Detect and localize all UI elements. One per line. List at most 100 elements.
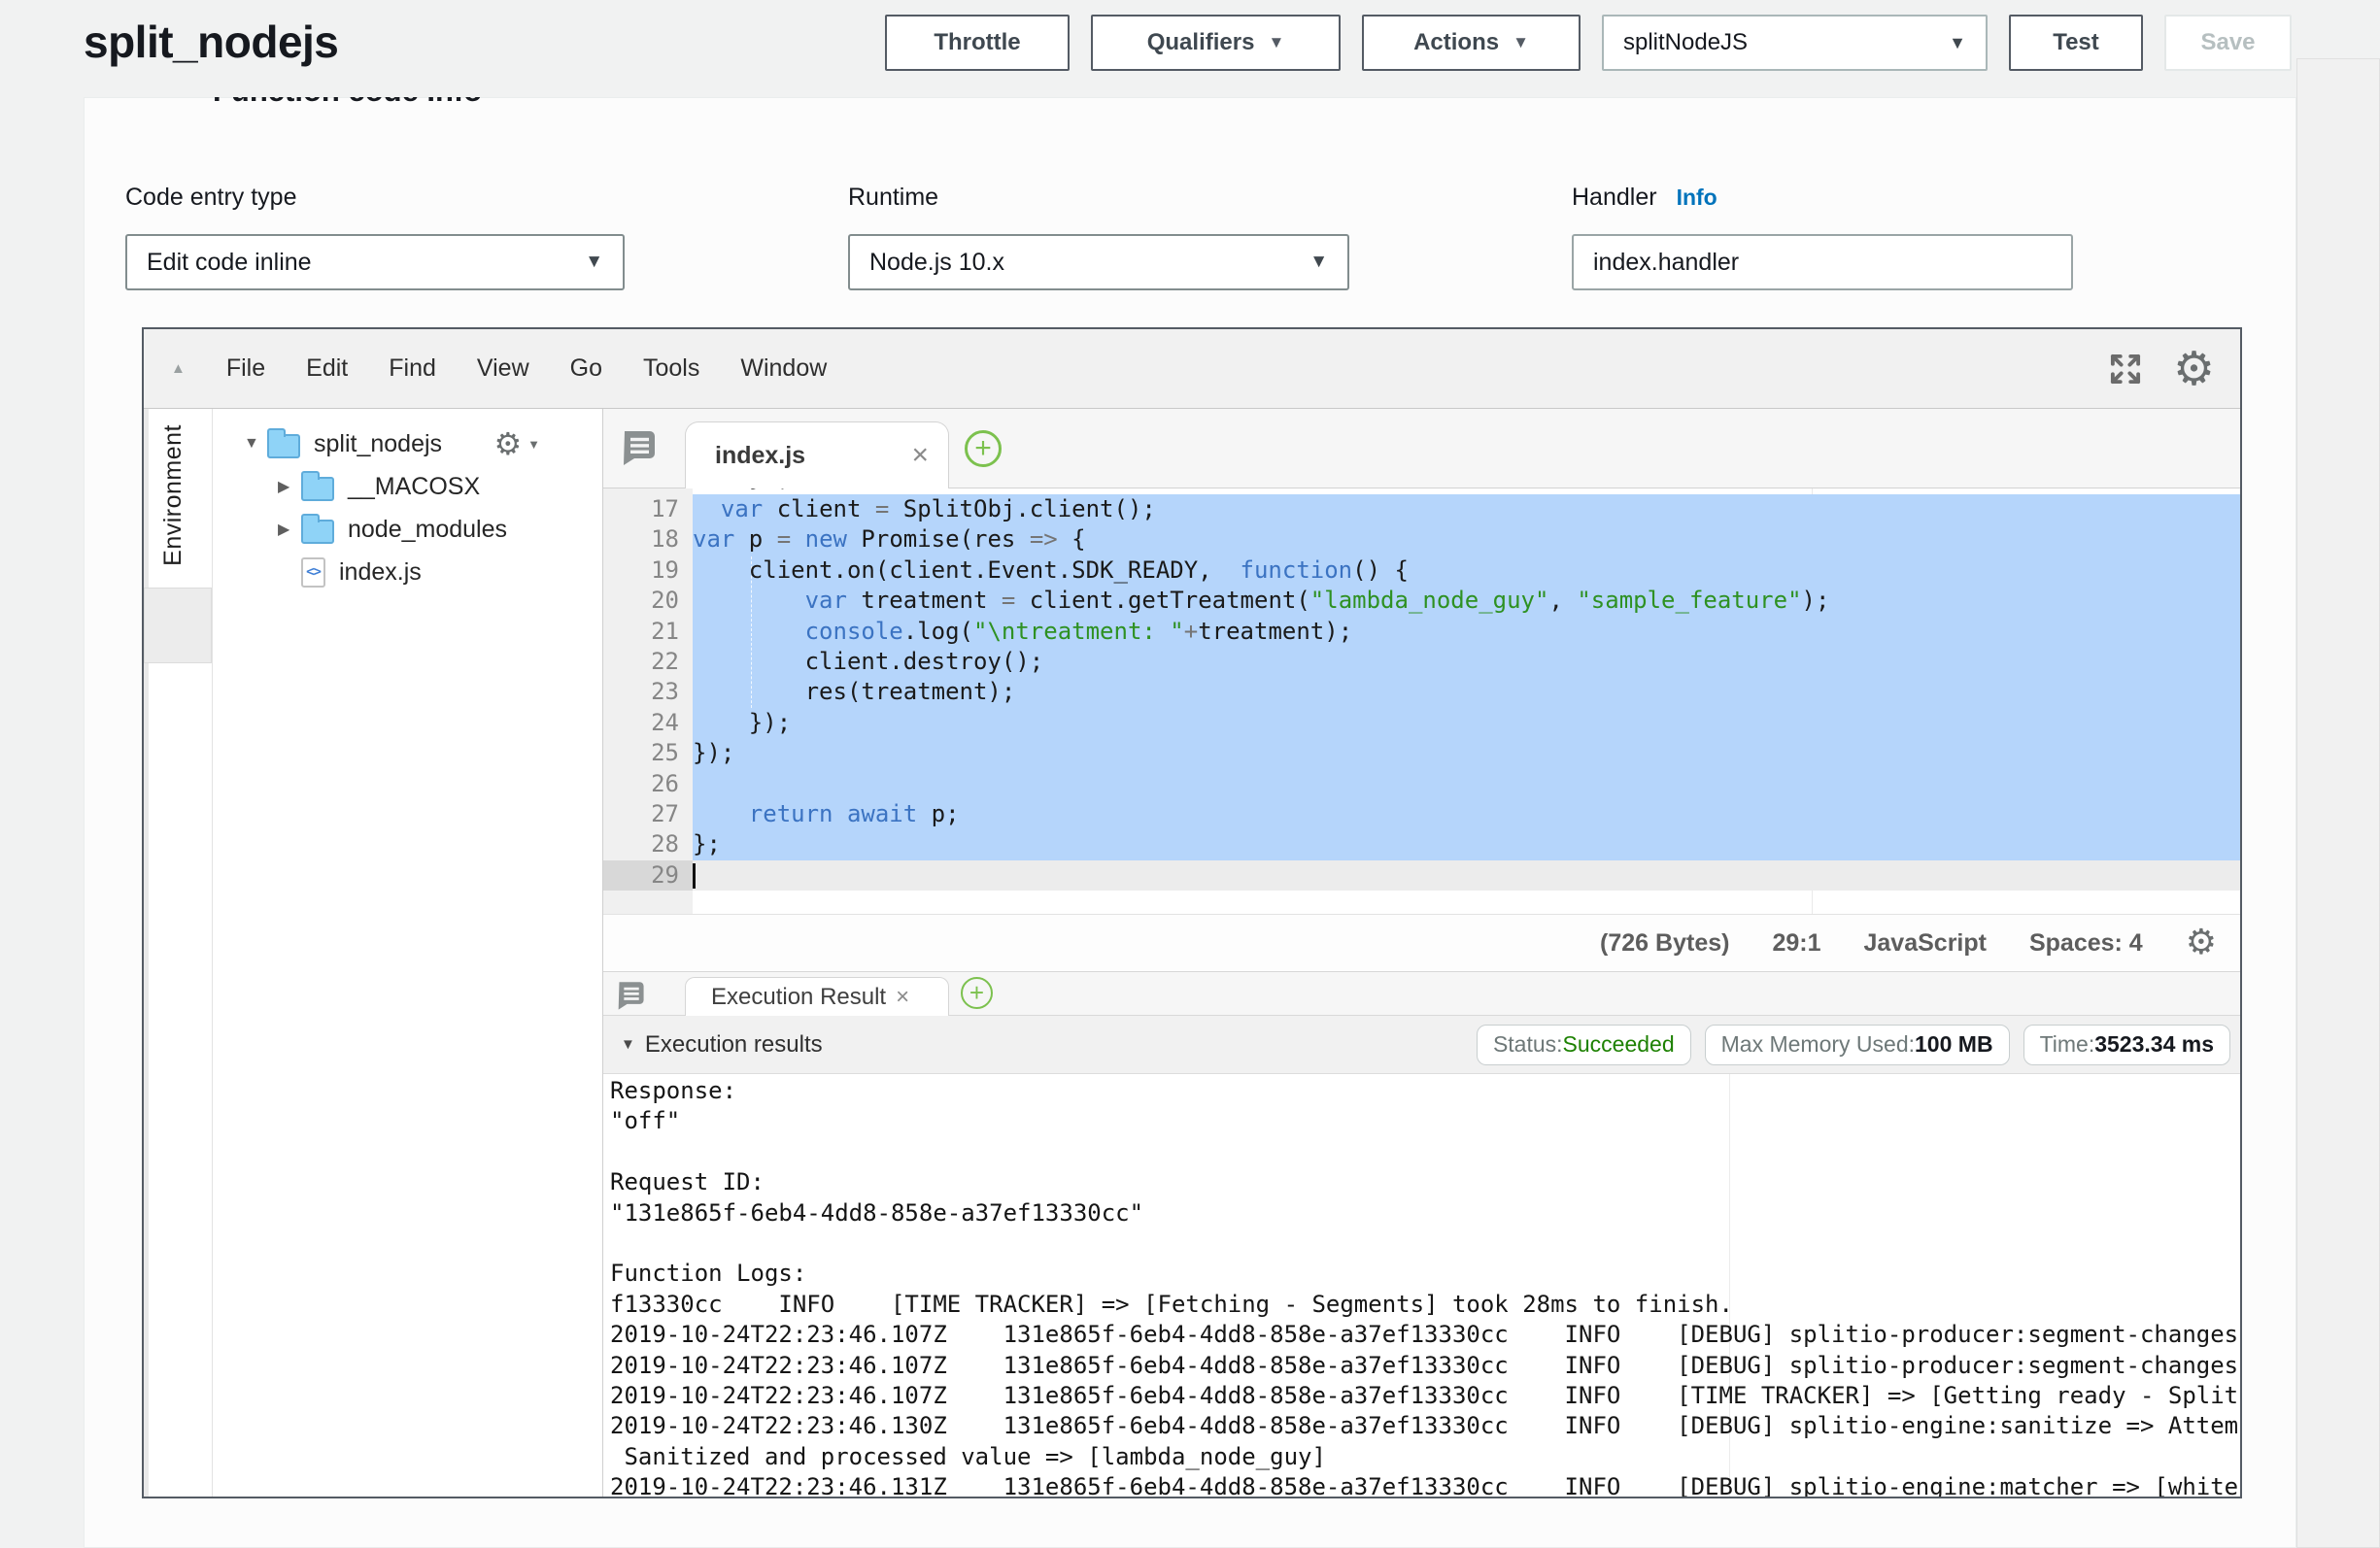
line-number: 19 xyxy=(603,555,679,586)
tree-item-label: index.js xyxy=(339,558,422,587)
throttle-button[interactable]: Throttle xyxy=(885,15,1070,71)
menu-item-window[interactable]: Window xyxy=(740,354,827,383)
tree-item-node-modules[interactable]: ▶node_modules xyxy=(214,508,602,551)
badge-max-memory-used: Max Memory Used: 100 MB xyxy=(1705,1025,2010,1065)
badge-label: Max Memory Used: xyxy=(1721,1031,1915,1058)
test-button[interactable]: Test xyxy=(2009,15,2143,71)
menu-item-file[interactable]: File xyxy=(226,354,265,383)
statusbar-gear-icon[interactable]: ⚙ xyxy=(2186,925,2217,960)
runtime-select[interactable]: Node.js 10.x ▼ xyxy=(848,234,1349,290)
menu-items: File Edit Find View Go Tools Window xyxy=(226,354,827,383)
close-tab-icon[interactable]: × xyxy=(911,441,929,470)
line-number: 25 xyxy=(603,738,679,768)
code-scroller[interactable]: 17181920212223242526272829 }); var clien… xyxy=(603,488,2240,914)
tab-list-icon[interactable] xyxy=(613,980,646,1011)
handler-info-link[interactable]: Info xyxy=(1677,185,1717,210)
line-number: 24 xyxy=(603,708,679,738)
log-line: "off" xyxy=(610,1106,2240,1136)
code-entry-type-label: Code entry type xyxy=(125,184,297,212)
line-number: 21 xyxy=(603,617,679,647)
editor-settings-gear-icon[interactable]: ⚙ xyxy=(2173,346,2215,392)
chevron-down-icon: ▼ xyxy=(585,252,603,273)
new-tab-icon[interactable]: + xyxy=(965,430,1002,467)
tree-item-index-js[interactable]: <>index.js xyxy=(214,551,602,593)
save-button[interactable]: Save xyxy=(2164,15,2292,71)
menu-item-go[interactable]: Go xyxy=(570,354,602,383)
runtime-label: Runtime xyxy=(848,184,938,212)
test-label: Test xyxy=(2053,29,2099,56)
new-tab-icon[interactable]: + xyxy=(961,977,993,1009)
code-line-20: var treatment = client.getTreatment("lam… xyxy=(693,586,1829,616)
file-size: (726 Bytes) xyxy=(1600,929,1729,958)
tree-caret-icon[interactable]: ▶ xyxy=(278,520,301,539)
tree-item-split-nodejs[interactable]: ▼split_nodejs⚙▼ xyxy=(214,422,602,465)
editor-menubar: ▲ File Edit Find View Go Tools Window xyxy=(144,329,2240,409)
handler-input[interactable] xyxy=(1572,234,2073,290)
execution-results-header: ▼ Execution results Status: SucceededMax… xyxy=(603,1016,2240,1074)
tree-item-label: __MACOSX xyxy=(348,473,480,501)
clipped-section-header: Function code Info xyxy=(213,97,893,106)
environment-tab[interactable]: Environment xyxy=(159,424,187,566)
collapse-menubar-icon[interactable]: ▲ xyxy=(171,360,186,377)
indentation-setting[interactable]: Spaces: 4 xyxy=(2029,929,2143,958)
menu-item-view[interactable]: View xyxy=(477,354,529,383)
chevron-down-icon: ▼ xyxy=(1268,33,1284,52)
execution-logs[interactable]: Response:"off" Request ID:"131e865f-6eb4… xyxy=(603,1074,2240,1497)
handler-label-text: Handler xyxy=(1572,184,1657,211)
line-number: 23 xyxy=(603,677,679,707)
log-line: Function Logs: xyxy=(610,1259,2240,1289)
tab-list-icon[interactable] xyxy=(617,428,658,467)
cursor-position: 29:1 xyxy=(1772,929,1820,958)
tree-caret-icon[interactable]: ▶ xyxy=(278,477,301,496)
code-line-21: console.log("\ntreatment: "+treatment); xyxy=(693,617,1829,647)
menu-item-tools[interactable]: Tools xyxy=(643,354,699,383)
menu-item-find[interactable]: Find xyxy=(389,354,436,383)
alias-select[interactable]: splitNodeJS ▼ xyxy=(1602,15,1988,71)
log-line xyxy=(610,1137,2240,1167)
page-title: split_nodejs xyxy=(84,16,338,68)
collapse-results-caret-icon[interactable]: ▼ xyxy=(621,1036,635,1053)
chevron-down-icon: ▼ xyxy=(1513,33,1529,52)
log-line: 2019-10-24T22:23:46.131Z 131e865f-6eb4-4… xyxy=(610,1472,2240,1497)
log-line: 2019-10-24T22:23:46.130Z 131e865f-6eb4-4… xyxy=(610,1411,2240,1441)
actions-button[interactable]: Actions ▼ xyxy=(1362,15,1581,71)
tab-execution-result[interactable]: Execution Result × xyxy=(685,977,949,1017)
close-tab-icon[interactable]: × xyxy=(896,984,909,1011)
code-line-27: return await p; xyxy=(693,799,1829,829)
page-scrollbar[interactable] xyxy=(2296,58,2380,1548)
log-line: Request ID: xyxy=(610,1167,2240,1197)
line-number: 20 xyxy=(603,586,679,616)
line-number: 27 xyxy=(603,799,679,829)
menu-item-edit[interactable]: Edit xyxy=(306,354,348,383)
log-body: Response:"off" Request ID:"131e865f-6eb4… xyxy=(610,1076,2240,1497)
tree-item--macosx[interactable]: ▶ __MACOSX xyxy=(214,465,602,508)
tree-settings-gear-icon[interactable]: ⚙▼ xyxy=(493,428,540,459)
text-cursor xyxy=(693,863,696,889)
code-line-19: client.on(client.Event.SDK_READY, functi… xyxy=(693,555,1829,586)
code-line-18: var p = new Promise(res => { xyxy=(693,524,1829,555)
tree-caret-icon[interactable]: ▼ xyxy=(244,435,267,453)
code-line-26 xyxy=(693,769,1829,799)
badge-value: 100 MB xyxy=(1915,1031,1993,1058)
folder-icon xyxy=(267,434,300,458)
runtime-value: Node.js 10.x xyxy=(869,249,1004,277)
code-line-28: }; xyxy=(693,829,1829,859)
code-line-24: }); xyxy=(693,708,1829,738)
code-entry-type-value: Edit code inline xyxy=(147,249,312,277)
menubar-icons: ⚙ xyxy=(2105,329,2240,409)
line-number: 17 xyxy=(603,494,679,524)
language-mode[interactable]: JavaScript xyxy=(1864,929,1987,958)
tab-index-js[interactable]: index.js × xyxy=(685,421,949,488)
file-tree: ▼split_nodejs⚙▼ ▶ __MACOSX ▶node_modules<>i… xyxy=(214,409,603,1497)
log-line: Sanitized and processed value => [lambda… xyxy=(610,1442,2240,1472)
log-line: f13330cc INFO [TIME TRACKER] => [Fetchin… xyxy=(610,1290,2240,1320)
fullscreen-icon[interactable] xyxy=(2105,349,2146,389)
folder-icon xyxy=(301,520,334,544)
qualifiers-button[interactable]: Qualifiers ▼ xyxy=(1091,15,1341,71)
badge-label: Time: xyxy=(2040,1031,2095,1058)
execution-results-title: Execution results xyxy=(645,1031,823,1059)
function-code-card: Function code Info Code entry type Runti… xyxy=(84,97,2296,1548)
code-line-17: var client = SplitObj.client(); xyxy=(693,494,1829,524)
code-entry-type-select[interactable]: Edit code inline ▼ xyxy=(125,234,625,290)
dock-footer xyxy=(144,588,212,663)
